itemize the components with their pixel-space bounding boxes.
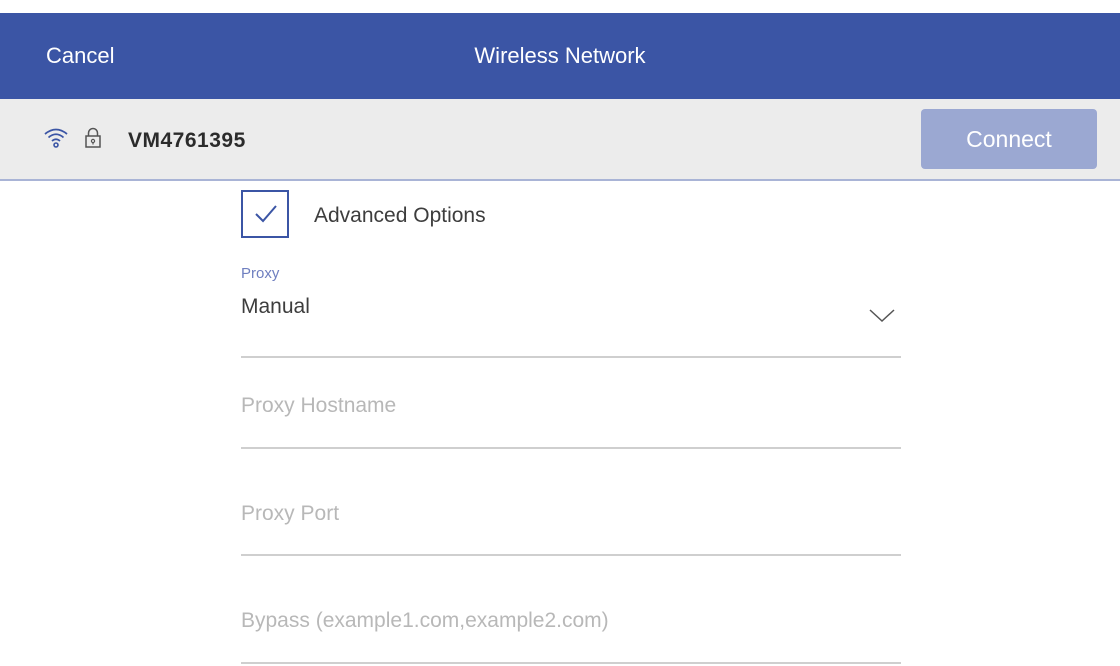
bypass-placeholder: Bypass (example1.com,example2.com): [241, 609, 609, 632]
checkmark-icon: [255, 205, 277, 223]
advanced-options-row[interactable]: Advanced Options: [241, 190, 901, 242]
advanced-options-label: Advanced Options: [314, 204, 486, 227]
page-title: Wireless Network: [474, 43, 646, 68]
network-name: VM4761395: [128, 129, 246, 152]
proxy-hostname-placeholder: Proxy Hostname: [241, 394, 397, 417]
chevron-down-icon[interactable]: [869, 309, 895, 328]
wifi-icon: [44, 128, 68, 148]
connect-button[interactable]: Connect: [921, 109, 1097, 169]
lock-icon: [84, 127, 102, 149]
network-bar: VM4761395 Connect: [0, 99, 1120, 181]
proxy-select[interactable]: Proxy Manual: [241, 262, 901, 358]
advanced-options-checkbox[interactable]: [241, 190, 289, 238]
proxy-label: Proxy: [241, 265, 280, 282]
proxy-hostname-field[interactable]: Proxy Hostname: [241, 380, 901, 449]
proxy-value: Manual: [241, 295, 310, 318]
proxy-port-field[interactable]: Proxy Port: [241, 488, 901, 556]
top-bar: Cancel Wireless Network: [0, 13, 1120, 99]
bypass-field[interactable]: Bypass (example1.com,example2.com): [241, 596, 901, 664]
proxy-port-placeholder: Proxy Port: [241, 502, 340, 525]
wireless-network-screen: Cancel Wireless Network VM4761395 Connec…: [0, 0, 1120, 666]
